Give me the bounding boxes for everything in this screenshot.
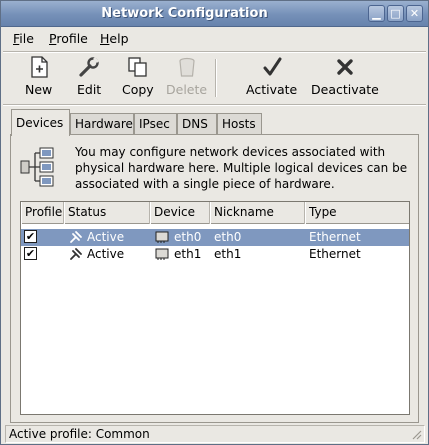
new-label: New <box>25 82 53 97</box>
maximize-button[interactable]: □ <box>387 5 404 22</box>
title-bar[interactable]: Network Configuration ▁ □ ✕ <box>1 1 428 27</box>
tab-ipsec[interactable]: IPsec <box>134 113 177 135</box>
copy-label: Copy <box>122 82 154 97</box>
device-row[interactable]: ✔ Active eth1 eth1 Ethernet <box>21 246 409 263</box>
menu-file[interactable]: File <box>13 31 34 46</box>
toolbar-bottom-separator <box>3 104 426 106</box>
device-cell: eth1 <box>174 247 202 261</box>
active-status-icon <box>70 248 82 260</box>
menu-help[interactable]: Help <box>100 31 129 46</box>
tab-hosts[interactable]: Hosts <box>217 113 262 135</box>
edit-label: Edit <box>77 82 102 97</box>
tab-devices[interactable]: Devices <box>11 109 70 136</box>
device-list-header: Profile Status Device Nickname Type <box>21 202 409 224</box>
close-button[interactable]: ✕ <box>406 5 423 22</box>
toolbar-separator <box>215 59 217 97</box>
deactivate-button[interactable]: Deactivate <box>311 55 379 97</box>
status-cell: Active <box>87 247 125 261</box>
delete-label: Delete <box>166 82 208 97</box>
menu-bar: File Profile Help <box>1 27 428 51</box>
close-icon: ✕ <box>409 7 420 20</box>
network-configuration-window: Network Configuration ▁ □ ✕ File Profile… <box>0 0 429 445</box>
activate-label: Activate <box>246 82 298 97</box>
column-header-type[interactable]: Type <box>305 202 409 224</box>
nickname-cell: eth1 <box>214 247 242 261</box>
maximize-icon: □ <box>390 7 401 20</box>
info-text: You may configure network devices associ… <box>75 145 408 191</box>
column-header-status[interactable]: Status <box>64 202 150 224</box>
network-devices-icon <box>20 147 54 187</box>
deactivate-label: Deactivate <box>311 82 379 97</box>
trash-icon <box>178 57 195 77</box>
tab-dns-label: DNS <box>182 117 208 131</box>
tab-dns[interactable]: DNS <box>177 113 217 135</box>
type-cell: Ethernet <box>309 247 361 261</box>
status-bar-text: Active profile: Common <box>9 427 150 441</box>
profile-checkbox[interactable]: ✔ <box>24 247 37 260</box>
device-row[interactable]: ✔ Active eth0 eth0 Ethernet <box>21 229 409 246</box>
network-card-icon <box>155 231 169 243</box>
type-cell: Ethernet <box>309 230 361 244</box>
column-header-device[interactable]: Device <box>150 202 210 224</box>
edit-button[interactable]: Edit <box>77 55 101 97</box>
copy-icon <box>128 57 147 77</box>
column-header-nickname[interactable]: Nickname <box>210 202 305 224</box>
status-cell: Active <box>87 230 125 244</box>
tab-hosts-label: Hosts <box>222 117 256 131</box>
resize-grip-icon[interactable] <box>410 428 422 440</box>
checkmark-icon <box>263 57 282 76</box>
network-card-icon <box>155 248 169 260</box>
delete-button[interactable]: Delete <box>166 55 207 97</box>
column-header-profile[interactable]: Profile <box>21 202 64 224</box>
activate-button[interactable]: Activate <box>246 55 297 97</box>
new-button[interactable]: New <box>25 55 52 97</box>
tab-hardware[interactable]: Hardware <box>70 113 134 135</box>
devices-panel: You may configure network devices associ… <box>10 134 419 423</box>
window-title: Network Configuration <box>101 6 268 21</box>
menu-profile[interactable]: Profile <box>49 31 88 46</box>
minimize-button[interactable]: ▁ <box>368 5 385 22</box>
status-bar: Active profile: Common <box>5 425 425 443</box>
toolbar: New Edit Copy Delete Activate Deactivate <box>1 53 428 103</box>
active-status-icon <box>70 231 82 243</box>
tab-hardware-label: Hardware <box>75 117 133 131</box>
tab-ipsec-label: IPsec <box>139 117 170 131</box>
new-document-icon <box>30 56 48 78</box>
wrench-icon <box>79 56 100 77</box>
profile-checkbox[interactable]: ✔ <box>24 230 37 243</box>
device-cell: eth0 <box>174 230 202 244</box>
device-list[interactable]: Profile Status Device Nickname Type ✔ Ac… <box>20 201 410 415</box>
minimize-icon: ▁ <box>372 7 381 20</box>
x-icon <box>337 59 353 75</box>
copy-button[interactable]: Copy <box>122 55 154 97</box>
tab-devices-label: Devices <box>16 116 64 130</box>
nickname-cell: eth0 <box>214 230 242 244</box>
